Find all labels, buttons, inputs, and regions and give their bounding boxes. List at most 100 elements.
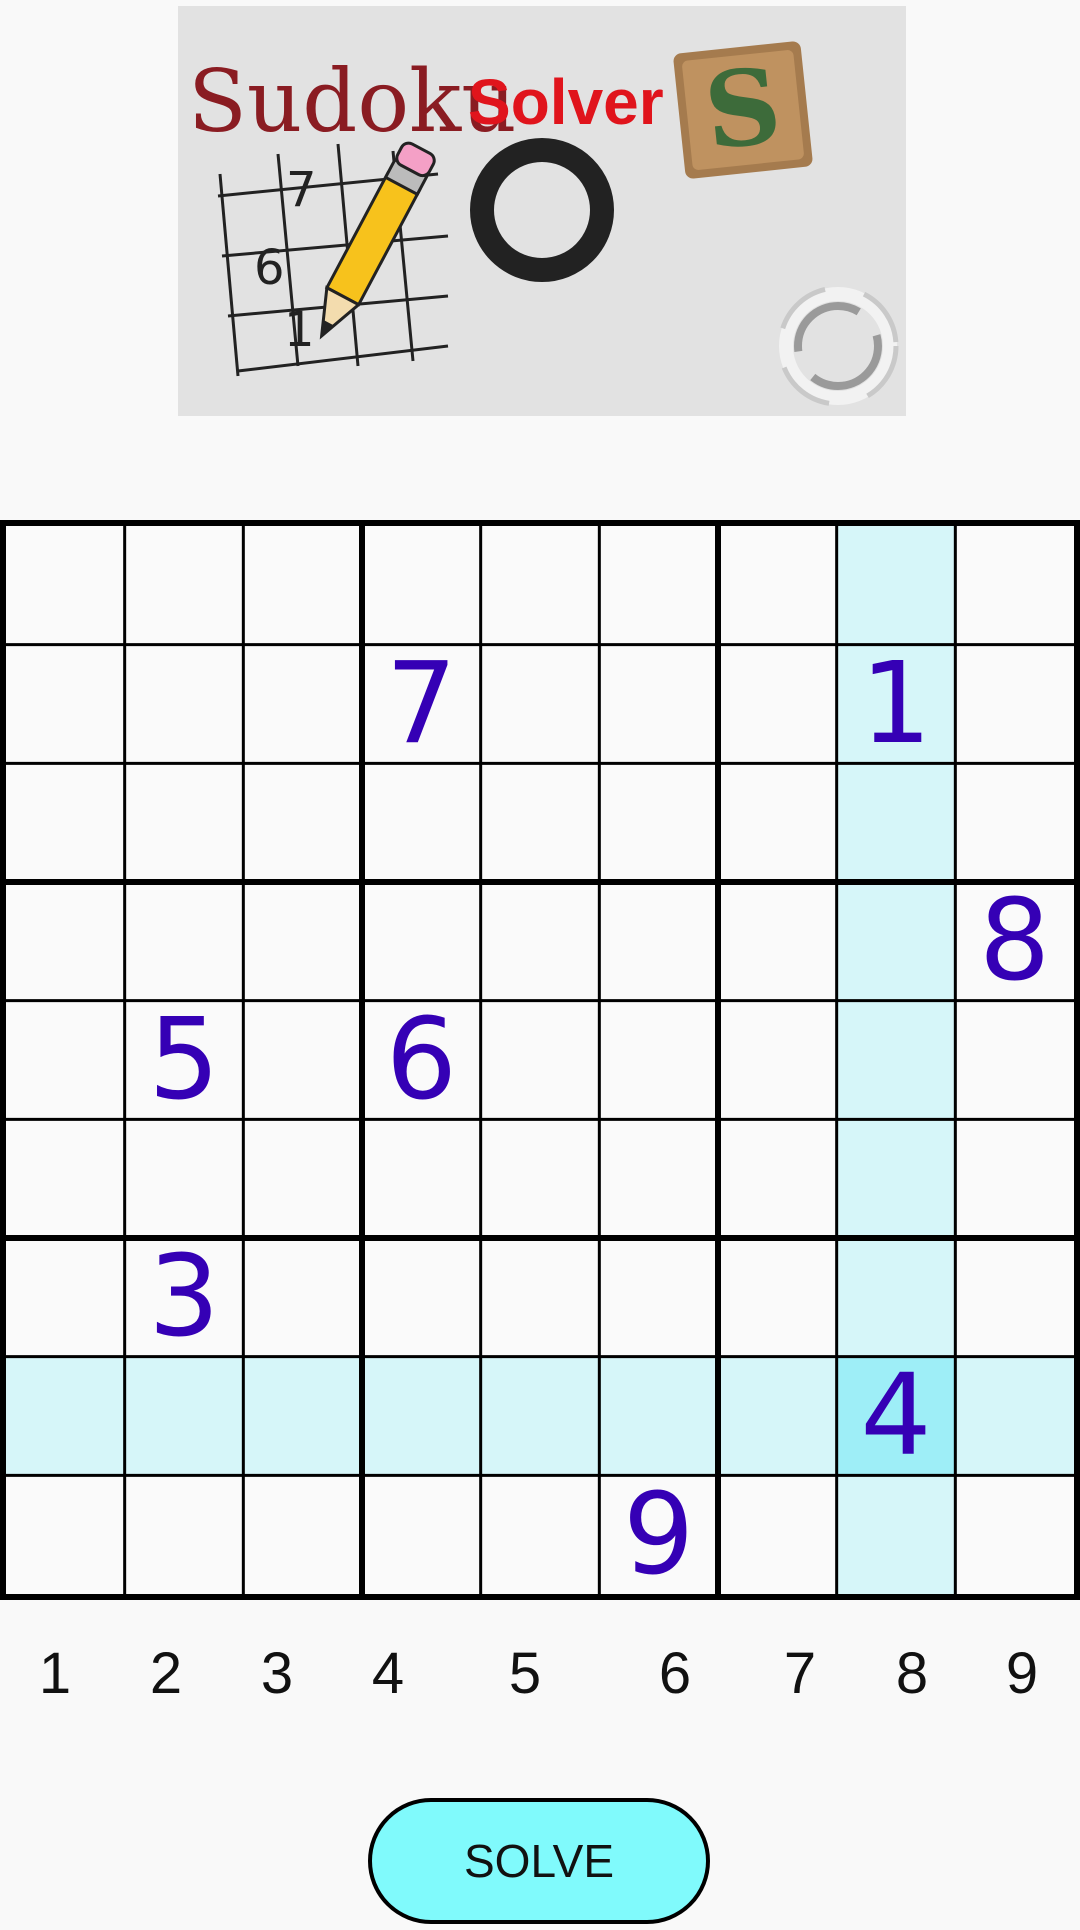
- board-cell-r7-c6[interactable]: [599, 1238, 718, 1357]
- board-cell-r4-c4[interactable]: [362, 882, 481, 1001]
- board-cell-r1-c1[interactable]: [6, 526, 125, 645]
- board-cell-r8-c8[interactable]: 4: [836, 1351, 956, 1481]
- board-cell-r5-c1[interactable]: [6, 1001, 125, 1120]
- column-number-2: 2: [149, 1641, 183, 1706]
- board-cell-r5-c9[interactable]: [955, 1001, 1074, 1120]
- board-cell-r8-c4[interactable]: [362, 1356, 481, 1476]
- column-number-7: 7: [783, 1641, 817, 1706]
- board-cell-r3-c4[interactable]: [362, 763, 481, 882]
- board-cell-r1-c4[interactable]: [362, 526, 481, 645]
- board-cell-r8-c6[interactable]: [599, 1356, 718, 1476]
- board-cell-r2-c5[interactable]: [481, 645, 600, 764]
- column-number-5: 5: [508, 1641, 542, 1706]
- board-cell-r8-c2[interactable]: [124, 1356, 244, 1476]
- board-cell-r5-c6[interactable]: [599, 1001, 718, 1120]
- board-cell-r1-c2[interactable]: [125, 526, 244, 645]
- board-cell-r7-c5[interactable]: [481, 1238, 600, 1357]
- board-cell-r7-c7[interactable]: [718, 1238, 837, 1357]
- board-cell-r4-c9[interactable]: 8: [955, 876, 1074, 1006]
- board-cell-r4-c6[interactable]: [599, 882, 718, 1001]
- board-cell-r5-c8[interactable]: [836, 1000, 956, 1120]
- board-cell-r3-c6[interactable]: [599, 763, 718, 882]
- column-number-6: 6: [658, 1641, 692, 1706]
- board-cell-r2-c2[interactable]: [125, 645, 244, 764]
- board-cell-r9-c6[interactable]: 9: [599, 1470, 718, 1600]
- board-cell-r4-c2[interactable]: [125, 882, 244, 1001]
- doodle-digit-7: 7: [286, 162, 317, 218]
- board-cell-r2-c4[interactable]: 7: [362, 639, 481, 769]
- board-cell-r1-c7[interactable]: [718, 526, 837, 645]
- board-cell-r5-c5[interactable]: [481, 1001, 600, 1120]
- board-cell-r4-c8[interactable]: [836, 882, 956, 1001]
- column-number-3: 3: [260, 1641, 294, 1706]
- board-cell-r3-c7[interactable]: [718, 763, 837, 882]
- board-cell-r6-c5[interactable]: [481, 1119, 600, 1238]
- board-cell-r7-c2[interactable]: 3: [125, 1232, 244, 1362]
- board-cell-r5-c2[interactable]: 5: [125, 995, 244, 1125]
- column-number-8: 8: [895, 1641, 929, 1706]
- column-number-9: 9: [1005, 1641, 1039, 1706]
- logo-tile-letter: S: [699, 43, 787, 173]
- board-cell-r8-c7[interactable]: [718, 1356, 837, 1476]
- loading-ring-icon: [777, 285, 899, 407]
- board-cell-r3-c2[interactable]: [125, 763, 244, 882]
- board-cell-r3-c8[interactable]: [836, 763, 956, 882]
- board-cell-r5-c7[interactable]: [718, 1001, 837, 1120]
- board-cell-r5-c4[interactable]: 6: [362, 995, 481, 1125]
- board-cell-r3-c9[interactable]: [955, 763, 1074, 882]
- board-cell-r6-c7[interactable]: [718, 1119, 837, 1238]
- board-cell-r4-c3[interactable]: [243, 882, 362, 1001]
- board-cell-r6-c9[interactable]: [955, 1119, 1074, 1238]
- board-cell-r4-c7[interactable]: [718, 882, 837, 1001]
- board-cell-r1-c5[interactable]: [481, 526, 600, 645]
- board-cell-r1-c9[interactable]: [955, 526, 1074, 645]
- board-cell-r2-c3[interactable]: [243, 645, 362, 764]
- solve-button[interactable]: SOLVE: [368, 1798, 710, 1924]
- board-cell-r8-c3[interactable]: [243, 1356, 362, 1476]
- board-cell-r6-c4[interactable]: [362, 1119, 481, 1238]
- sudoku-board: 7 1 8 563 49: [0, 520, 1080, 1600]
- board-cell-r4-c5[interactable]: [481, 882, 600, 1001]
- board-cell-r6-c2[interactable]: [125, 1119, 244, 1238]
- board-cell-r9-c9[interactable]: [955, 1475, 1074, 1594]
- column-number-row: 1 2 3 4 5 6 7 8 9: [0, 1640, 1080, 1710]
- board-cells: 7 1 8 563 49: [6, 526, 1074, 1600]
- board-cell-r1-c3[interactable]: [243, 526, 362, 645]
- board-cell-r6-c6[interactable]: [599, 1119, 718, 1238]
- board-cell-r9-c5[interactable]: [481, 1475, 600, 1594]
- board-cell-r8-c5[interactable]: [480, 1356, 600, 1476]
- board-cell-r6-c1[interactable]: [6, 1119, 125, 1238]
- board-cell-r6-c3[interactable]: [243, 1119, 362, 1238]
- board-cell-r2-c6[interactable]: [599, 645, 718, 764]
- board-cell-r7-c1[interactable]: [6, 1238, 125, 1357]
- board-cell-r9-c2[interactable]: [125, 1475, 244, 1594]
- column-number-4: 4: [371, 1641, 405, 1706]
- board-cell-r2-c8[interactable]: 1: [836, 639, 956, 769]
- board-cell-r8-c9[interactable]: [955, 1356, 1074, 1476]
- board-cell-r6-c8[interactable]: [836, 1119, 956, 1238]
- board-cell-r9-c4[interactable]: [362, 1475, 481, 1594]
- board-cell-r7-c4[interactable]: [362, 1238, 481, 1357]
- pencil-icon: [319, 141, 436, 340]
- board-cell-r2-c9[interactable]: [955, 645, 1074, 764]
- board-cell-r1-c8[interactable]: [836, 526, 956, 645]
- column-number-1: 1: [38, 1641, 72, 1706]
- board-cell-r9-c1[interactable]: [6, 1475, 125, 1594]
- board-cell-r5-c3[interactable]: [243, 1001, 362, 1120]
- board-cell-r2-c7[interactable]: [718, 645, 837, 764]
- board-cell-r3-c5[interactable]: [481, 763, 600, 882]
- logo-artwork: S Sudoku Solver 7 6 1: [188, 41, 899, 407]
- board-cell-r3-c3[interactable]: [243, 763, 362, 882]
- doodle-digit-6: 6: [254, 240, 285, 296]
- board-cell-r4-c1[interactable]: [6, 882, 125, 1001]
- board-cell-r7-c8[interactable]: [836, 1238, 956, 1357]
- board-cell-r9-c7[interactable]: [718, 1475, 837, 1594]
- board-cell-r7-c9[interactable]: [955, 1238, 1074, 1357]
- board-cell-r9-c8[interactable]: [836, 1475, 956, 1594]
- board-cell-r7-c3[interactable]: [243, 1238, 362, 1357]
- board-cell-r1-c6[interactable]: [599, 526, 718, 645]
- board-cell-r8-c1[interactable]: [6, 1356, 125, 1476]
- board-cell-r3-c1[interactable]: [6, 763, 125, 882]
- board-cell-r9-c3[interactable]: [243, 1475, 362, 1594]
- board-cell-r2-c1[interactable]: [6, 645, 125, 764]
